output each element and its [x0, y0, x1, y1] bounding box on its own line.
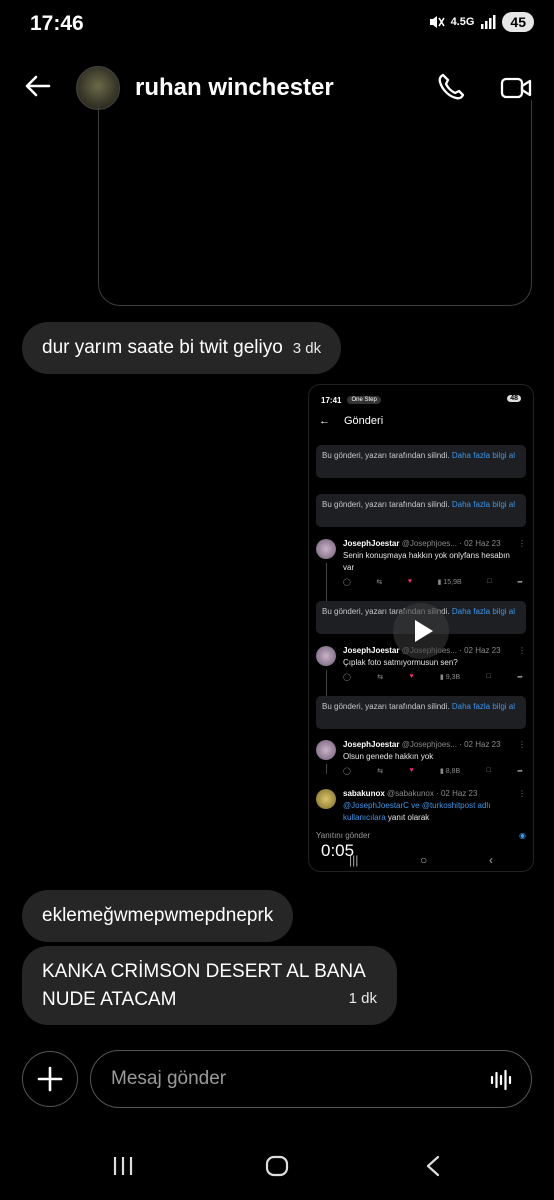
- home-icon[interactable]: [265, 1154, 289, 1178]
- voice-message-icon[interactable]: [489, 1068, 513, 1092]
- views-icon: ▮ 15,9B: [437, 579, 462, 586]
- tweet-actions: ◯ ⇆ ♥ ▮ 15,9B □ ➦: [343, 578, 523, 586]
- more-icon: ⋮: [518, 789, 526, 798]
- camera-icon: ◉: [519, 830, 526, 840]
- message-input-placeholder: Mesaj gönder: [111, 1068, 227, 1089]
- share-icon: ➦: [517, 768, 523, 775]
- deleted-post-notice: Bu gönderi, yazarı tarafından silindi. D…: [316, 494, 526, 527]
- recents-icon[interactable]: [112, 1155, 134, 1177]
- reply-icon: ◯: [343, 768, 351, 775]
- network-label: 4.5G: [450, 16, 475, 28]
- more-icon: ⋮: [518, 539, 526, 548]
- tweet-avatar: [316, 740, 336, 760]
- status-icons: 4.5G 45: [427, 12, 534, 32]
- video-post-header: ← Gönderi: [319, 415, 383, 427]
- share-icon: ➦: [517, 674, 523, 681]
- retweet-icon: ⇆: [377, 674, 384, 681]
- video-battery: 48: [507, 395, 521, 402]
- mute-icon: [429, 16, 445, 28]
- reply-icon: ◯: [343, 674, 351, 681]
- message-bubble[interactable]: eklemeğwmepwmepdneprk: [22, 890, 294, 942]
- message-timestamp: 3 dk: [292, 339, 322, 357]
- message-text-line: NUDE ATACAM: [42, 989, 177, 1010]
- bookmark-icon: □: [486, 767, 491, 774]
- message-text: dur yarım saate bi twit geliyo: [42, 337, 283, 358]
- message-bubble[interactable]: KANKA CRİMSON DESERT AL BANA NUDE ATACAM…: [22, 946, 397, 1025]
- phone-call-icon[interactable]: [436, 72, 466, 102]
- video-back-arrow-icon: ←: [319, 415, 330, 427]
- recents-icon: |||: [349, 853, 359, 867]
- like-icon: ♥: [409, 767, 414, 774]
- retweet-icon: ⇆: [376, 579, 383, 586]
- video-nav-bar: ||| ○ ‹: [349, 853, 493, 867]
- message-input[interactable]: Mesaj gönder: [90, 1050, 532, 1108]
- video-status-time: 17:41: [321, 395, 342, 405]
- tweet-actions: ◯ ⇆ ♥ ▮ 9,3B □ ➦: [343, 673, 523, 681]
- video-call-icon[interactable]: [500, 74, 532, 102]
- views-icon: ▮ 9,3B: [439, 674, 461, 681]
- battery-indicator: 45: [502, 12, 534, 32]
- message-timestamp: 1 dk: [348, 990, 377, 1007]
- deleted-post-notice: Bu gönderi, yazarı tarafından silindi. D…: [316, 696, 526, 729]
- video-status-bar: 17:41 One Step: [309, 385, 533, 415]
- plus-icon: [37, 1066, 63, 1092]
- previous-media-frame[interactable]: [98, 100, 532, 306]
- reply-icon: ◯: [343, 579, 351, 586]
- tweet-avatar: [316, 789, 336, 809]
- more-icon: ⋮: [518, 646, 526, 655]
- more-icon: ⋮: [518, 740, 526, 749]
- retweet-icon: ⇆: [377, 768, 384, 775]
- signal-icon: [481, 15, 496, 29]
- tweet-actions: ◯ ⇆ ♥ ▮ 8,8B □ ➦: [343, 767, 523, 775]
- contact-name[interactable]: ruhan winchester: [135, 74, 334, 102]
- deleted-post-notice: Bu gönderi, yazarı tarafından silindi. D…: [316, 445, 526, 478]
- message-text-line: KANKA CRİMSON DESERT AL BANA: [42, 961, 366, 982]
- add-attachment-button[interactable]: [22, 1051, 78, 1107]
- message-text: eklemeğwmepwmepdneprk: [42, 905, 274, 926]
- share-icon: ➦: [517, 579, 523, 586]
- like-icon: ♥: [409, 673, 414, 680]
- bookmark-icon: □: [486, 673, 491, 680]
- tweet-body: Olsun genede hakkın yok: [343, 752, 434, 761]
- back-icon: ‹: [488, 853, 493, 867]
- back-arrow-icon[interactable]: [24, 72, 52, 100]
- views-icon: ▮ 8,8B: [439, 768, 461, 775]
- video-post-title: Gönderi: [344, 415, 384, 427]
- status-time: 17:46: [30, 12, 84, 35]
- message-bubble[interactable]: dur yarım saate bi twit geliyo 3 dk: [22, 322, 342, 374]
- video-message[interactable]: 17:41 One Step 48 ← Gönderi Bu gönderi, …: [308, 384, 534, 872]
- like-icon: ♥: [407, 578, 413, 585]
- tweet-body: Senin konuşmaya hakkın yok onlyfans hesa…: [343, 551, 510, 572]
- bookmark-icon: □: [487, 578, 492, 585]
- tweet-avatar: [316, 646, 336, 666]
- tweet-avatar: [316, 539, 336, 559]
- video-status-app: One Step: [347, 396, 381, 404]
- tweet-body: Çıplak foto satmıyormusun sen?: [343, 658, 458, 667]
- play-button-icon[interactable]: [393, 603, 449, 659]
- home-icon: ○: [420, 853, 428, 867]
- back-icon[interactable]: [425, 1155, 441, 1177]
